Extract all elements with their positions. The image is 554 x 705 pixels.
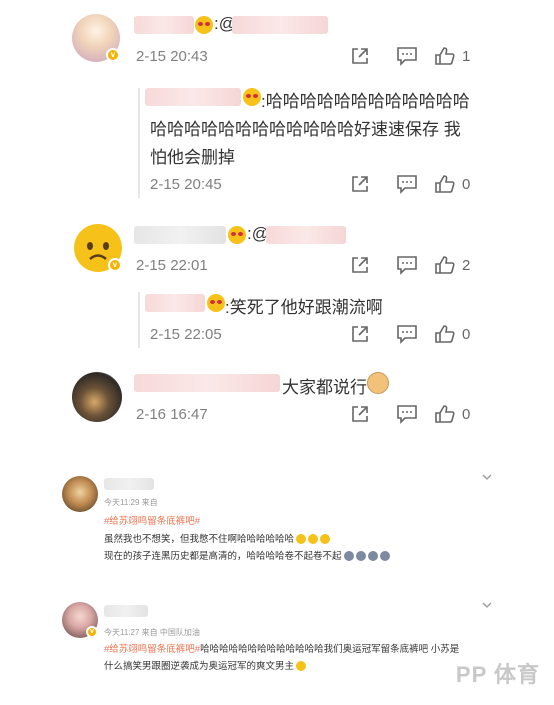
avatar[interactable] <box>62 476 98 512</box>
reply-text-line3: 怕他会删掉 <box>150 148 235 167</box>
comment-icon <box>397 47 417 66</box>
verified-badge-icon: v <box>108 258 122 272</box>
like-button[interactable]: 0 <box>434 404 470 424</box>
emoji-icon <box>296 661 307 672</box>
chevron-down-icon[interactable] <box>482 472 492 482</box>
blurred-mention[interactable] <box>232 16 328 34</box>
emoji-icon <box>296 534 307 545</box>
blurred-username[interactable] <box>104 478 154 490</box>
like-icon <box>435 47 455 65</box>
like-count: 0 <box>462 325 471 343</box>
repost-button[interactable] <box>350 174 370 194</box>
blurred-username[interactable] <box>134 374 280 392</box>
comment-button[interactable] <box>396 404 418 424</box>
comment-icon <box>397 405 417 424</box>
blurred-username[interactable] <box>134 16 194 34</box>
repost-icon <box>352 326 368 342</box>
like-icon <box>435 325 455 343</box>
comment-time: 2-15 20:45 <box>150 176 222 193</box>
blurred-username[interactable] <box>134 226 226 244</box>
comment-button[interactable] <box>396 46 418 66</box>
emoji-icon <box>228 226 246 244</box>
emoji-icon <box>367 551 378 562</box>
like-button[interactable]: 2 <box>434 255 470 275</box>
blurred-mention[interactable] <box>266 226 346 244</box>
post-text-line1: 虽然我也不想笑，但我憋不住啊哈哈哈哈哈哈 <box>104 531 331 545</box>
emoji-icon <box>243 88 261 106</box>
like-button[interactable]: 0 <box>434 174 470 194</box>
like-button[interactable]: 0 <box>434 324 470 344</box>
comment-button[interactable] <box>396 174 418 194</box>
comment-time: 2-15 22:05 <box>150 326 222 343</box>
topic-tag[interactable]: #给苏翊鸣留条底裤吧# <box>104 513 200 527</box>
like-button[interactable]: 1 <box>434 46 470 66</box>
repost-button[interactable] <box>350 46 370 66</box>
blurred-username[interactable] <box>145 88 241 106</box>
emoji-icon <box>379 551 390 562</box>
comment-button[interactable] <box>396 324 418 344</box>
like-icon <box>435 175 455 193</box>
emoji-icon <box>207 294 225 312</box>
repost-icon <box>352 48 368 64</box>
cat-emoji-icon <box>367 372 389 394</box>
comment-icon <box>397 325 417 344</box>
reply-text-line2: 哈哈哈哈哈哈哈哈哈哈哈哈好速速保存 我 <box>150 120 461 139</box>
comment-time: 2-15 20:43 <box>136 48 208 65</box>
comment-time: 2-16 16:47 <box>136 406 208 423</box>
pp-sports-watermark: PP 体育 <box>455 662 540 687</box>
blurred-username[interactable] <box>104 605 148 617</box>
reply-divider <box>138 88 140 198</box>
like-icon <box>435 256 455 274</box>
comment-icon <box>397 256 417 275</box>
like-icon <box>435 405 455 423</box>
emoji-icon <box>195 16 213 34</box>
repost-icon <box>352 176 368 192</box>
emoji-icon <box>355 551 366 562</box>
comment-icon <box>397 175 417 194</box>
repost-button[interactable] <box>350 255 370 275</box>
reply-text: :笑死了他好跟潮流啊 <box>225 298 383 317</box>
repost-icon <box>352 406 368 422</box>
repost-button[interactable] <box>350 324 370 344</box>
like-count: 0 <box>462 405 471 423</box>
post-text-line1: #给苏翊鸣留条底裤吧#哈哈哈哈哈哈哈哈哈哈哈哈哈我们奥运冠军留条底裤吧 小苏是 <box>104 644 460 655</box>
chevron-down-icon[interactable] <box>482 600 492 610</box>
verified-badge-icon: v <box>86 626 98 638</box>
repost-button[interactable] <box>350 404 370 424</box>
emoji-icon <box>320 534 331 545</box>
post-meta: 今天11:27 来自 中国队加油 <box>104 628 200 637</box>
topic-tag[interactable]: #给苏翊鸣留条底裤吧# <box>104 644 200 655</box>
like-count: 1 <box>462 47 471 65</box>
comment-time: 2-15 22:01 <box>136 257 208 274</box>
avatar[interactable] <box>72 372 122 422</box>
reply-divider <box>138 292 140 348</box>
verified-badge-icon: v <box>106 48 120 62</box>
like-count: 0 <box>462 175 471 193</box>
post-text-line2: 现在的孩子连黑历史都是高清的，哈哈哈哈卷不起卷不起 <box>104 548 390 562</box>
post-text-line2: 什么搞笑男跟圈逆袭成为奥运冠军的爽文男主 <box>104 658 307 672</box>
emoji-icon <box>308 534 319 545</box>
blurred-username[interactable] <box>145 294 205 312</box>
comment-button[interactable] <box>396 255 418 275</box>
reply-text-line1: :哈哈哈哈哈哈哈哈哈哈哈哈 <box>261 92 470 111</box>
comment-text: 大家都说行 <box>282 378 367 397</box>
post-meta: 今天11:29 来自 <box>104 498 158 507</box>
emoji-icon <box>343 551 354 562</box>
like-count: 2 <box>462 256 471 274</box>
repost-icon <box>352 257 368 273</box>
